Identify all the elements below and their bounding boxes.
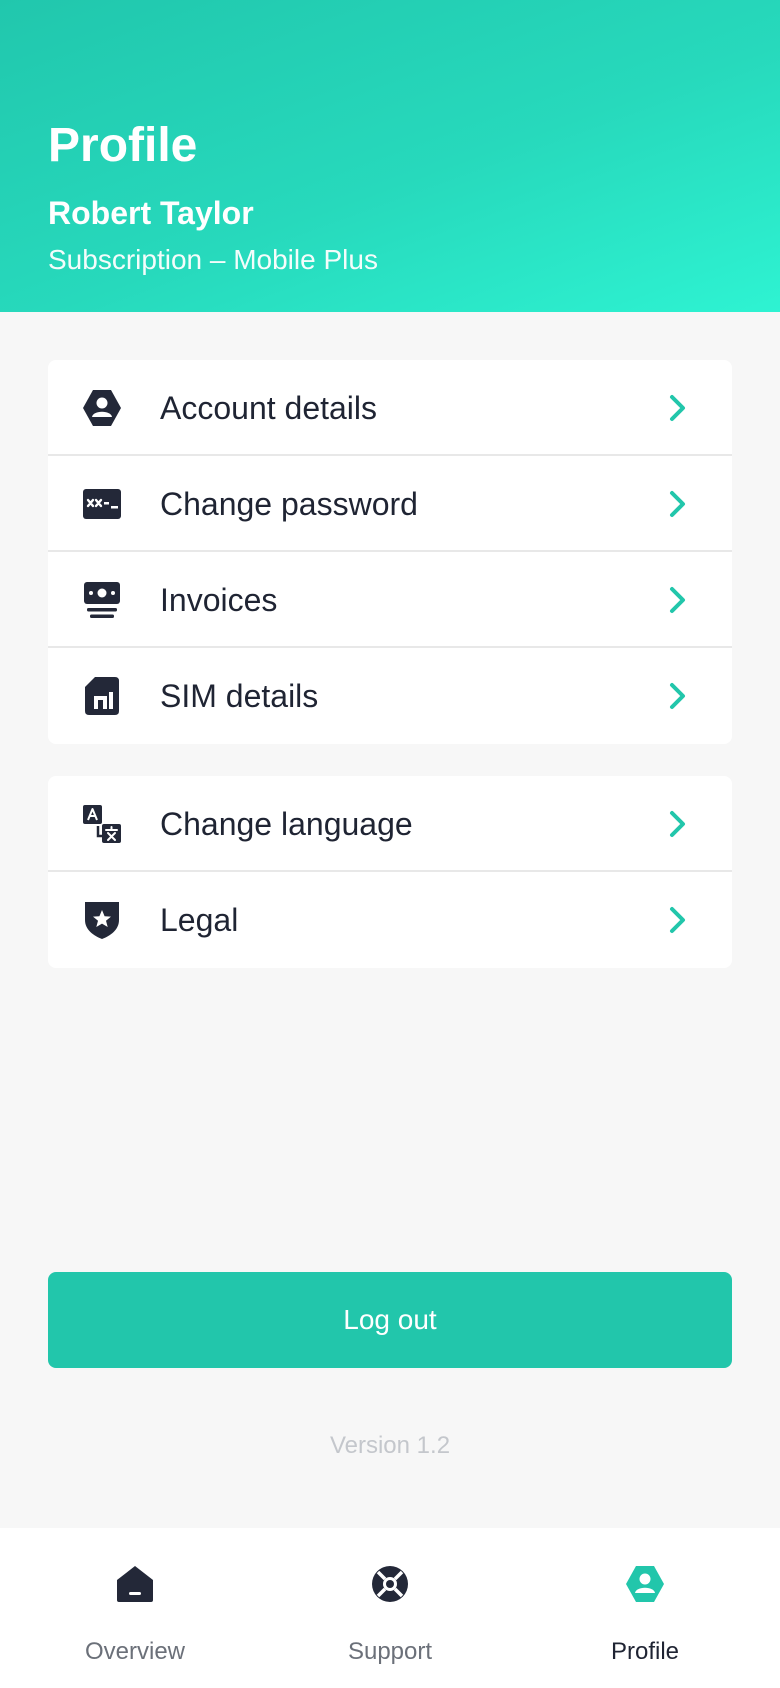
menu-item-account-details[interactable]: Account details (48, 360, 732, 456)
invoice-icon (82, 580, 122, 620)
account-menu-card: Account details Change password Invoices… (48, 360, 732, 744)
profile-header: Profile Robert Taylor Subscription – Mob… (0, 0, 780, 312)
chevron-right-icon (668, 906, 688, 934)
menu-item-change-language[interactable]: Change language (48, 776, 732, 872)
home-icon (115, 1564, 155, 1604)
tab-label: Support (347, 1638, 433, 1665)
lifebuoy-icon (370, 1564, 410, 1604)
account-icon (82, 388, 122, 428)
menu-item-label: Invoices (160, 582, 278, 618)
tab-overview[interactable]: Overview (35, 1528, 235, 1688)
menu-item-change-password[interactable]: Change password (48, 456, 732, 552)
settings-menu-card: Change language Legal (48, 776, 732, 968)
tab-support[interactable]: Support (290, 1528, 490, 1688)
translate-icon (82, 804, 122, 844)
menu-item-label: SIM details (160, 678, 319, 714)
menu-item-label: Legal (160, 902, 239, 938)
tab-profile[interactable]: Profile (545, 1528, 745, 1688)
chevron-right-icon (668, 490, 688, 518)
chevron-right-icon (668, 394, 688, 422)
bottom-tab-bar: Overview Support Profile (0, 1528, 780, 1688)
chevron-right-icon (668, 810, 688, 838)
profile-icon (625, 1564, 665, 1604)
menu-item-legal[interactable]: Legal (48, 872, 732, 968)
chevron-right-icon (668, 682, 688, 710)
app-version: Version 1.2 (329, 1432, 451, 1459)
shield-star-icon (82, 900, 122, 940)
password-icon (82, 484, 122, 524)
sim-card-icon (82, 676, 122, 716)
tab-label: Overview (84, 1638, 186, 1665)
menu-item-label: Change language (160, 806, 413, 842)
subscription-label: Subscription – Mobile Plus (48, 244, 378, 275)
user-name: Robert Taylor (48, 195, 254, 231)
menu-item-label: Account details (160, 390, 378, 426)
menu-item-sim-details[interactable]: SIM details (48, 648, 732, 744)
menu-item-label: Change password (160, 486, 418, 522)
logout-button[interactable]: Log out (48, 1272, 732, 1368)
chevron-right-icon (668, 586, 688, 614)
tab-label: Profile (610, 1638, 680, 1665)
page-title: Profile (48, 119, 198, 172)
menu-item-invoices[interactable]: Invoices (48, 552, 732, 648)
